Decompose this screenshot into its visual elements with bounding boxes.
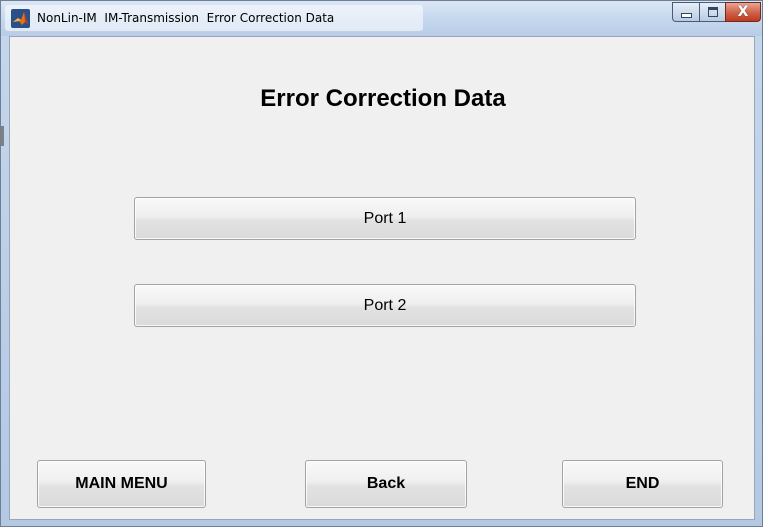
minimize-icon — [680, 13, 692, 18]
client-area: Error Correction Data Port 1 Port 2 MAIN… — [9, 36, 755, 520]
app-window: NonLin-IM IM-Transmission Error Correcti… — [0, 0, 763, 527]
main-menu-button[interactable]: MAIN MENU — [37, 460, 206, 508]
title-bar[interactable]: NonLin-IM IM-Transmission Error Correcti… — [1, 1, 762, 36]
close-button[interactable]: X — [725, 2, 761, 22]
end-button[interactable]: END — [562, 460, 723, 508]
port-1-button[interactable]: Port 1 — [134, 197, 636, 240]
maximize-button[interactable] — [699, 2, 725, 22]
maximize-icon — [707, 7, 718, 17]
window-title: NonLin-IM IM-Transmission Error Correcti… — [37, 11, 335, 25]
close-icon: X — [737, 4, 749, 20]
port-2-button[interactable]: Port 2 — [134, 284, 636, 327]
matlab-icon[interactable] — [11, 9, 30, 28]
caption-buttons: X — [672, 2, 761, 22]
page-title: Error Correction Data — [260, 85, 506, 112]
back-button[interactable]: Back — [305, 460, 467, 508]
window-edge-marker — [1, 126, 4, 146]
minimize-button[interactable] — [672, 2, 699, 22]
